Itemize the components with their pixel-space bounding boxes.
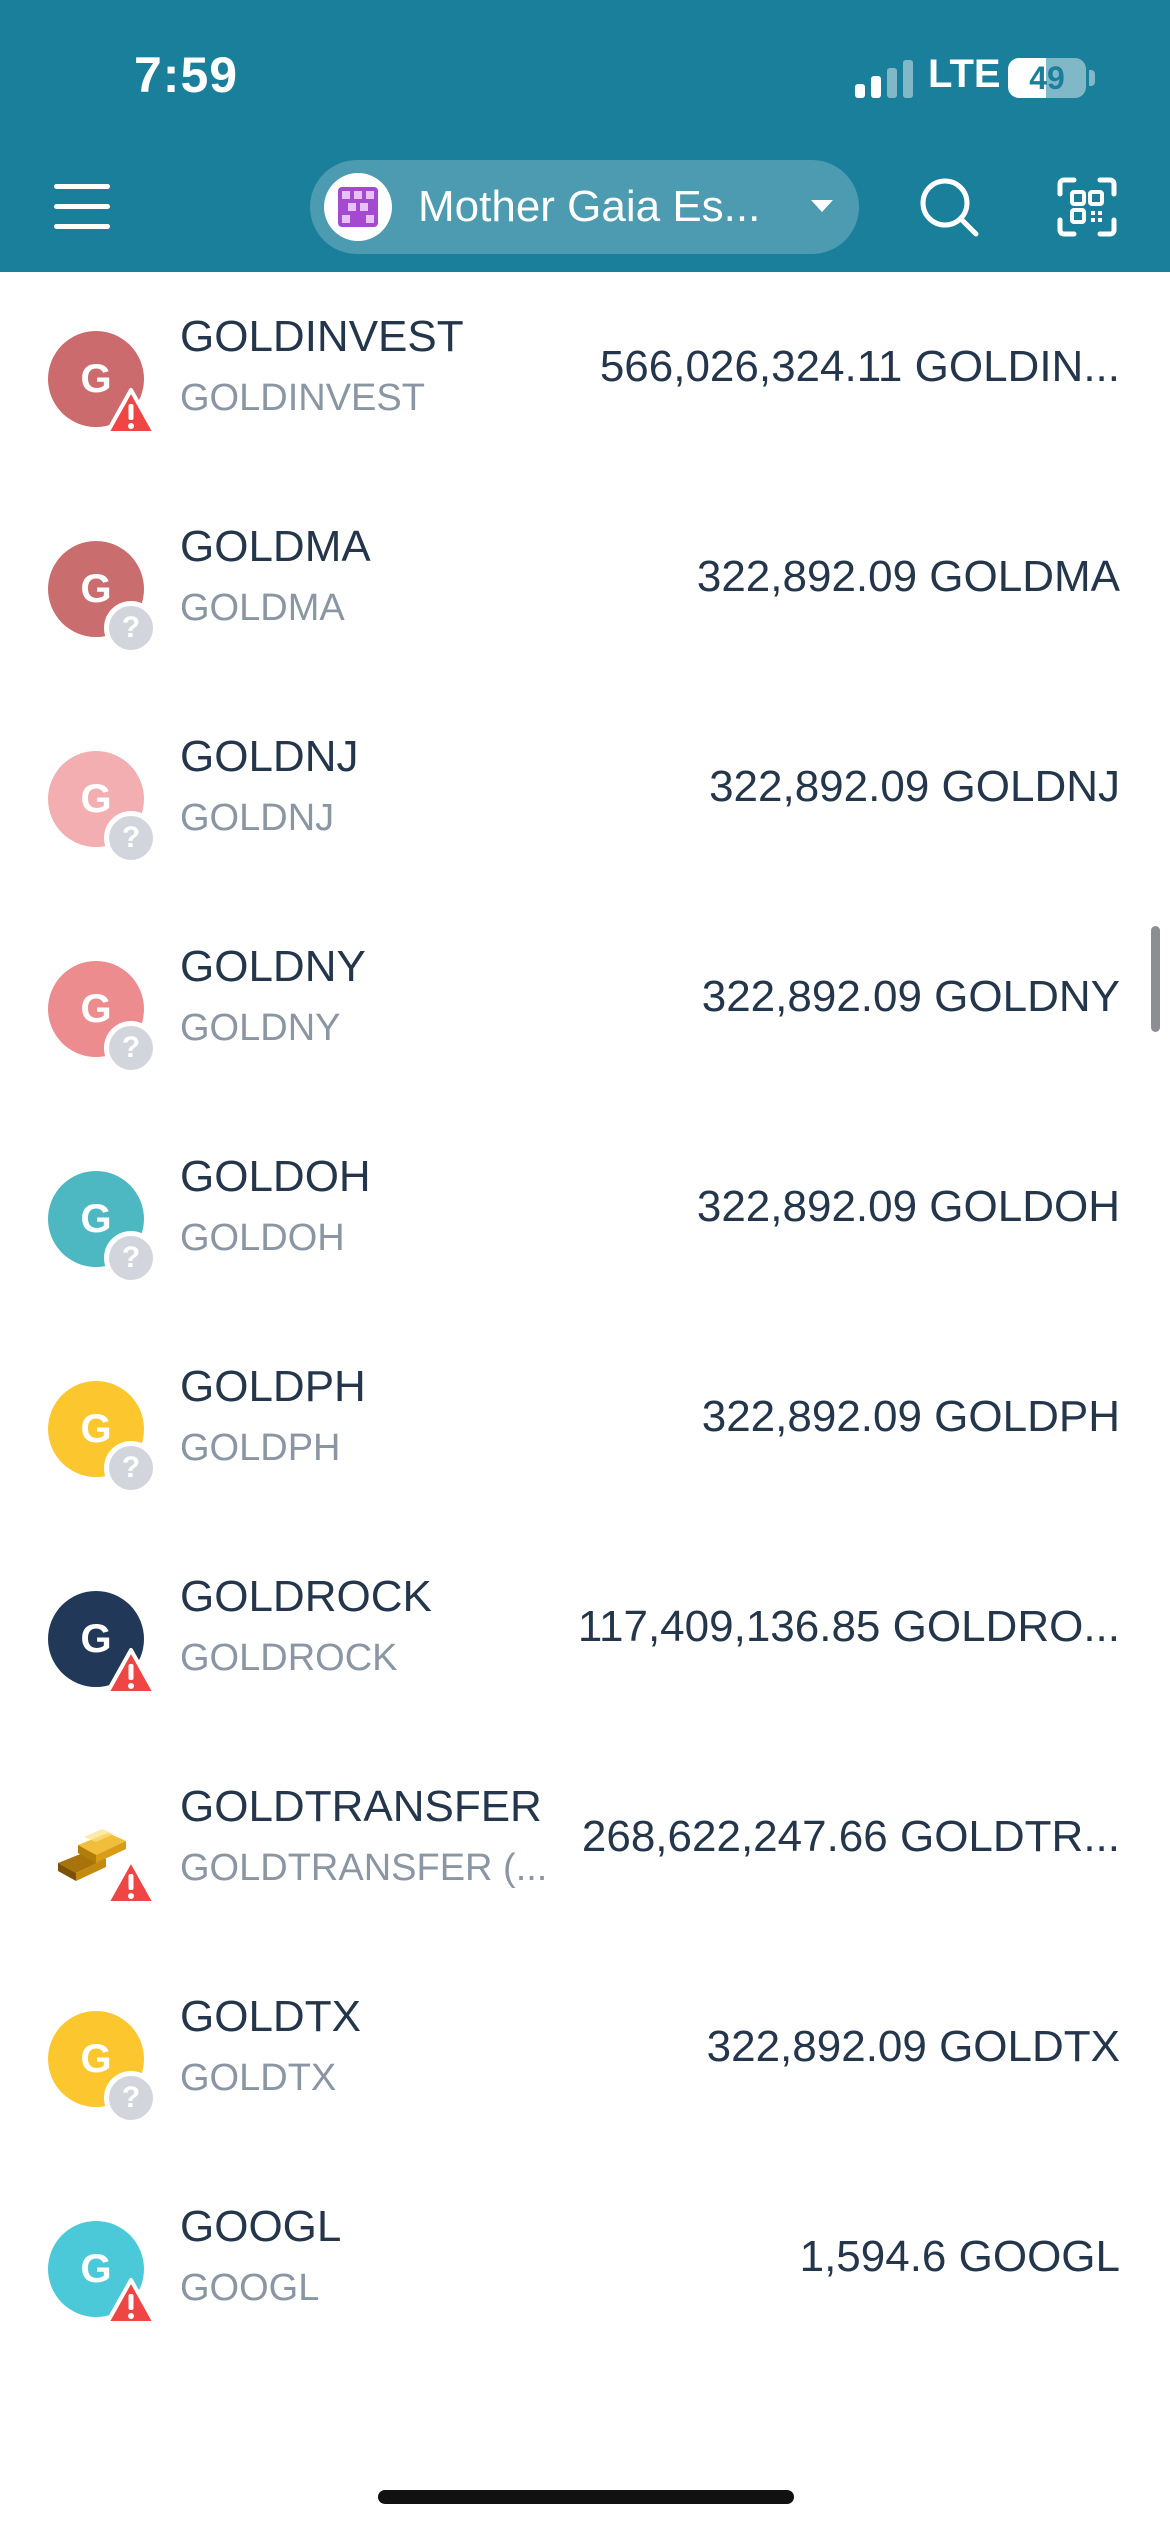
warning-icon [104,1857,158,1911]
battery-tip [1089,70,1095,86]
scrollbar[interactable] [1151,926,1160,1032]
token-name: GOLDNY [180,942,366,991]
token-name: GOLDMA [180,522,371,571]
token-symbol: GOOGL [180,2267,320,2309]
token-symbol: GOLDROCK [180,1637,398,1679]
unknown-question-icon: ? [104,601,158,655]
home-indicator[interactable] [378,2490,794,2504]
token-row[interactable]: G? GOLDNY GOLDNY 322,892.09 GOLDNY [0,902,1170,1112]
battery-percent: 49 [1029,60,1065,96]
token-list: G GOLDINVEST GOLDINVEST 566,026,324.11 GOLD… [0,272,1170,2372]
warning-icon [104,2277,158,2331]
token-balance: 322,892.09 GOLDNJ [709,762,1120,811]
token-balance: 322,892.09 GOLDMA [696,552,1120,601]
unknown-question-icon: ? [104,1021,158,1075]
account-avatar [324,173,392,241]
token-symbol: GOLDNJ [180,797,335,839]
warning-icon [104,387,158,441]
token-row[interactable]: G? GOLDTX GOLDTX 322,892.09 GOLDTX [0,1952,1170,2162]
token-symbol: GOLDMA [180,587,345,629]
token-row[interactable]: GOLDTRANSFER GOLDTRANSFER (... 268,622,247… [0,1742,1170,1952]
search-icon[interactable] [918,176,980,238]
token-balance: 117,409,136.85 GOLDRO... [577,1602,1120,1651]
token-row[interactable]: G? GOLDOH GOLDOH 322,892.09 GOLDOH [0,1112,1170,1322]
token-name: GOLDROCK [180,1572,432,1621]
token-balance: 322,892.09 GOLDNY [701,972,1120,1021]
token-symbol: GOLDNY [180,1007,341,1049]
unknown-question-icon: ? [104,1231,158,1285]
account-name: Mother Gaia Es... [418,182,761,231]
token-icon-letter: G [80,567,112,611]
token-icon-letter: G [80,2037,112,2081]
token-balance: 322,892.09 GOLDPH [701,1392,1120,1441]
status-time: 7:59 [134,47,239,103]
token-icon-letter: G [80,987,112,1031]
battery-icon: 49 [1008,58,1086,98]
token-row[interactable]: G? GOLDNJ GOLDNJ 322,892.09 GOLDNJ [0,692,1170,902]
token-balance: 322,892.09 GOLDTX [706,2022,1120,2071]
token-row[interactable]: G? GOLDMA GOLDMA 322,892.09 GOLDMA [0,482,1170,692]
token-balance: 1,594.6 GOOGL [799,2232,1120,2281]
warning-icon [104,1647,158,1701]
token-row[interactable]: G GOLDROCK GOLDROCK 117,409,136.85 GOLDRO..… [0,1532,1170,1742]
unknown-question-icon: ? [104,811,158,865]
token-symbol: GOLDTX [180,2057,337,2099]
token-row[interactable]: G GOOGL GOOGL 1,594.6 GOOGL [0,2162,1170,2372]
qr-scan-icon[interactable] [1056,176,1118,238]
token-symbol: GOLDPH [180,1427,341,1469]
token-icon-letter: G [80,1407,112,1451]
token-name: GOLDOH [180,1152,371,1201]
token-name: GOLDPH [180,1362,366,1411]
app-header: 7:59 LTE 49 Mother Gaia Es... [0,0,1170,272]
network-type: LTE [928,52,1001,96]
chevron-down-icon [811,200,833,212]
token-name: GOLDINVEST [180,312,464,361]
token-name: GOLDTX [180,1992,361,2041]
token-symbol: GOLDINVEST [180,377,425,419]
token-symbol: GOLDTRANSFER (... [180,1847,548,1889]
token-row[interactable]: G? GOLDPH GOLDPH 322,892.09 GOLDPH [0,1322,1170,1532]
token-balance: 268,622,247.66 GOLDTR... [581,1812,1120,1861]
hamburger-menu-icon[interactable] [54,180,114,232]
token-balance: 566,026,324.11 GOLDIN... [599,342,1120,391]
token-row[interactable]: G GOLDINVEST GOLDINVEST 566,026,324.11 GOLD… [0,272,1170,482]
token-icon-letter: G [80,777,112,821]
token-name: GOLDNJ [180,732,359,781]
token-icon-letter: G [80,1197,112,1241]
token-symbol: GOLDOH [180,1217,345,1259]
cellular-signal-icon [855,58,915,98]
token-name: GOOGL [180,2202,342,2251]
token-balance: 322,892.09 GOLDOH [696,1182,1120,1231]
unknown-question-icon: ? [104,2071,158,2125]
unknown-question-icon: ? [104,1441,158,1495]
token-name: GOLDTRANSFER [180,1782,542,1831]
account-selector[interactable]: Mother Gaia Es... [310,160,859,254]
